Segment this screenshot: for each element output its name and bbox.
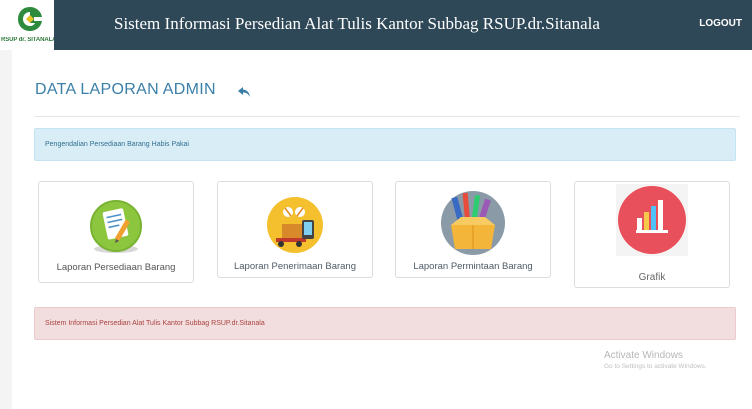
top-navbar: RSUP dr. SITANALA Sistem Informasi Perse… [0, 0, 752, 50]
main-panel: DATA LAPORAN ADMIN Pengendalian Persedia… [12, 50, 752, 409]
card-label: Laporan Permintaan Barang [413, 261, 533, 272]
hospital-logo[interactable]: RSUP dr. SITANALA [0, 0, 54, 50]
delivery-receipt-icon [267, 197, 323, 253]
page-title: DATA LAPORAN ADMIN [35, 81, 216, 98]
app-title: Sistem Informasi Persedian Alat Tulis Ka… [114, 14, 600, 33]
hospital-logo-icon [18, 7, 42, 31]
stationery-box-icon [441, 191, 505, 255]
footer-alert: Sistem Informasi Persedian Alat Tulis Ka… [34, 307, 736, 340]
title-divider [35, 116, 740, 117]
bar-chart-icon [616, 184, 688, 256]
logo-text: RSUP dr. SITANALA [1, 37, 54, 43]
card-laporan-permintaan[interactable]: Laporan Permintaan Barang [395, 181, 551, 278]
info-alert-text: Pengendalian Persediaan Barang Habis Pak… [45, 141, 189, 148]
card-label: Laporan Persediaan Barang [56, 262, 176, 273]
info-alert: Pengendalian Persediaan Barang Habis Pak… [34, 128, 736, 161]
logout-button[interactable]: LOGOUT [699, 18, 742, 29]
footer-alert-text: Sistem Informasi Persedian Alat Tulis Ka… [45, 320, 265, 327]
card-laporan-penerimaan[interactable]: Laporan Penerimaan Barang [217, 181, 373, 278]
card-laporan-persediaan[interactable]: Laporan Persediaan Barang [38, 181, 194, 283]
reply-arrow-icon[interactable] [238, 87, 250, 97]
windows-watermark-subtitle: Go to Settings to activate Windows. [604, 363, 707, 370]
card-grafik[interactable]: Grafik [574, 181, 730, 288]
windows-watermark-title: Activate Windows [604, 350, 683, 361]
clipboard-report-icon [90, 200, 142, 253]
card-label: Laporan Penerimaan Barang [233, 261, 356, 272]
card-label: Grafik [638, 272, 666, 283]
